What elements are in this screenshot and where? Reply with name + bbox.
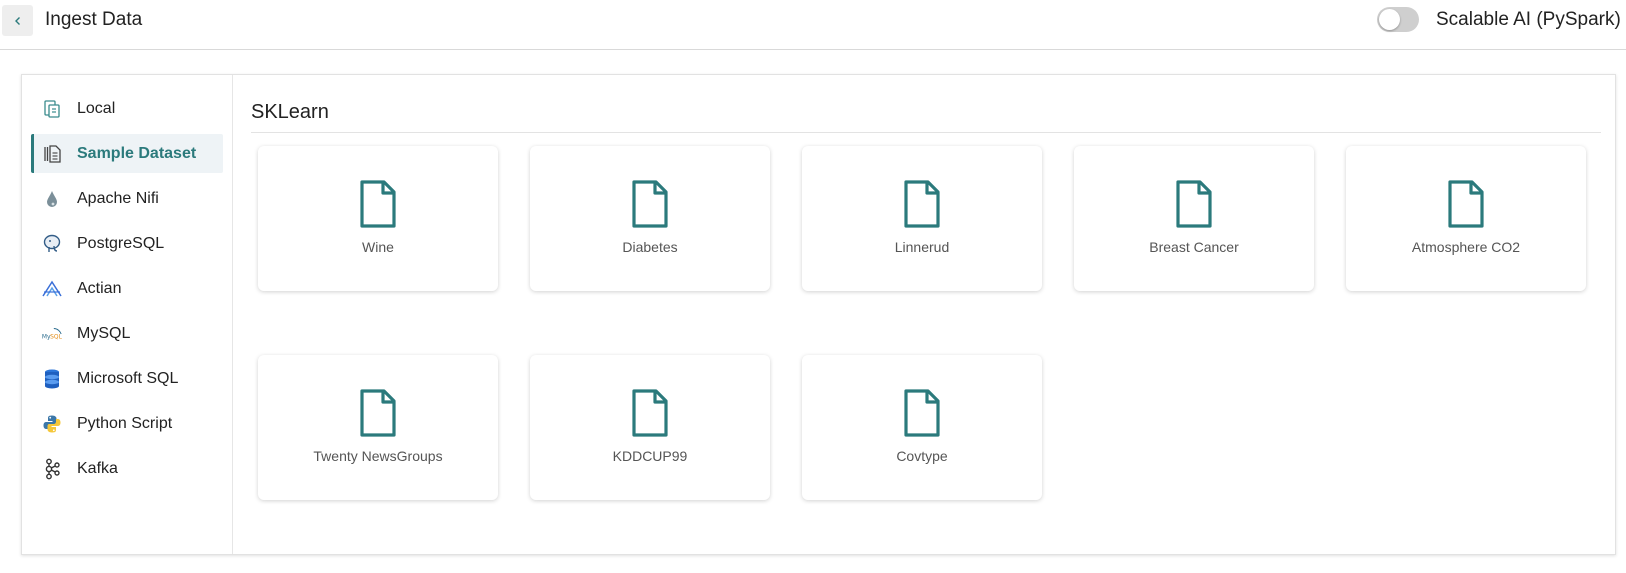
sidebar-item-microsoft-sql[interactable]: Microsoft SQL [31, 359, 223, 398]
scalable-ai-toggle-label: Scalable AI (PySpark) [1436, 9, 1621, 30]
file-icon [360, 180, 396, 228]
sidebar-item-kafka[interactable]: Kafka [31, 449, 223, 488]
sidebar-item-label: Python Script [77, 414, 173, 432]
header-bar: Ingest Data Scalable AI (PySpark) [0, 0, 1626, 50]
file-icon [632, 389, 668, 437]
dataset-tile-label: Atmosphere CO2 [1411, 239, 1521, 255]
section-title: SKLearn [251, 101, 329, 123]
dataset-tile-atmosphere-co2[interactable]: Atmosphere CO2 [1346, 146, 1586, 291]
sidebar-item-label: MySQL [77, 324, 131, 342]
sidebar-item-label: Local [77, 99, 116, 117]
sample-dataset-icon [41, 143, 63, 165]
scalable-ai-toggle[interactable] [1377, 7, 1419, 32]
dataset-tile-diabetes[interactable]: Diabetes [530, 146, 770, 291]
file-icon [904, 180, 940, 228]
sidebar-item-actian[interactable]: Actian [31, 269, 223, 308]
sidebar-item-label: Actian [77, 279, 122, 297]
python-icon [41, 413, 63, 435]
dataset-tile-breast-cancer[interactable]: Breast Cancer [1074, 146, 1314, 291]
dataset-tile-label: Wine [362, 239, 394, 255]
svg-text:SQL: SQL [50, 333, 62, 340]
dataset-tile-covtype[interactable]: Covtype [802, 355, 1042, 500]
sidebar-item-label: PostgreSQL [77, 234, 165, 252]
dataset-tile-label: KDDCUP99 [612, 448, 688, 464]
section-divider [251, 132, 1601, 133]
file-icon [904, 389, 940, 437]
sidebar-item-label: Microsoft SQL [77, 369, 179, 387]
sidebar-item-mysql[interactable]: My SQL MySQL [31, 314, 223, 353]
sidebar-item-apache-nifi[interactable]: Apache Nifi [31, 179, 223, 218]
back-button[interactable] [2, 5, 33, 36]
sidebar-item-local[interactable]: Local [31, 89, 223, 128]
file-icon [1176, 180, 1212, 228]
toggle-knob [1379, 9, 1400, 30]
dataset-tile-kddcup99[interactable]: KDDCUP99 [530, 355, 770, 500]
apache-nifi-icon [41, 188, 63, 210]
microsoft-sql-icon [41, 368, 63, 390]
dataset-content: SKLearn Wine Diabetes Linnerud Breast Ca… [233, 75, 1615, 554]
sidebar-item-sample-dataset[interactable]: Sample Dataset [31, 134, 223, 173]
dataset-tile-twenty-newsgroups[interactable]: Twenty NewsGroups [258, 355, 498, 500]
sidebar-item-label: Sample Dataset [77, 144, 197, 162]
kafka-icon [41, 458, 63, 480]
postgresql-icon [41, 233, 63, 255]
local-file-icon [41, 98, 63, 120]
chevron-left-icon [14, 16, 20, 25]
page-title: Ingest Data [45, 9, 143, 30]
sidebar-item-postgresql[interactable]: PostgreSQL [31, 224, 223, 263]
dataset-tile-linnerud[interactable]: Linnerud [802, 146, 1042, 291]
sidebar-item-label: Kafka [77, 459, 118, 477]
dataset-tile-label: Covtype [896, 448, 948, 464]
dataset-tile-label: Diabetes [622, 239, 678, 255]
dataset-tile-label: Twenty NewsGroups [313, 448, 443, 464]
file-icon [360, 389, 396, 437]
sidebar-item-label: Apache Nifi [77, 189, 159, 207]
dataset-tile-wine[interactable]: Wine [258, 146, 498, 291]
source-sidebar: Local Sample Dataset Apache Nifi Postgre… [22, 75, 233, 554]
sidebar-item-python-script[interactable]: Python Script [31, 404, 223, 443]
actian-icon [41, 278, 63, 300]
ingest-panel: Local Sample Dataset Apache Nifi Postgre… [21, 74, 1616, 555]
file-icon [1448, 180, 1484, 228]
mysql-icon: My SQL [41, 323, 63, 345]
dataset-tile-label: Breast Cancer [1149, 239, 1239, 255]
dataset-tile-label: Linnerud [894, 239, 950, 255]
file-icon [632, 180, 668, 228]
